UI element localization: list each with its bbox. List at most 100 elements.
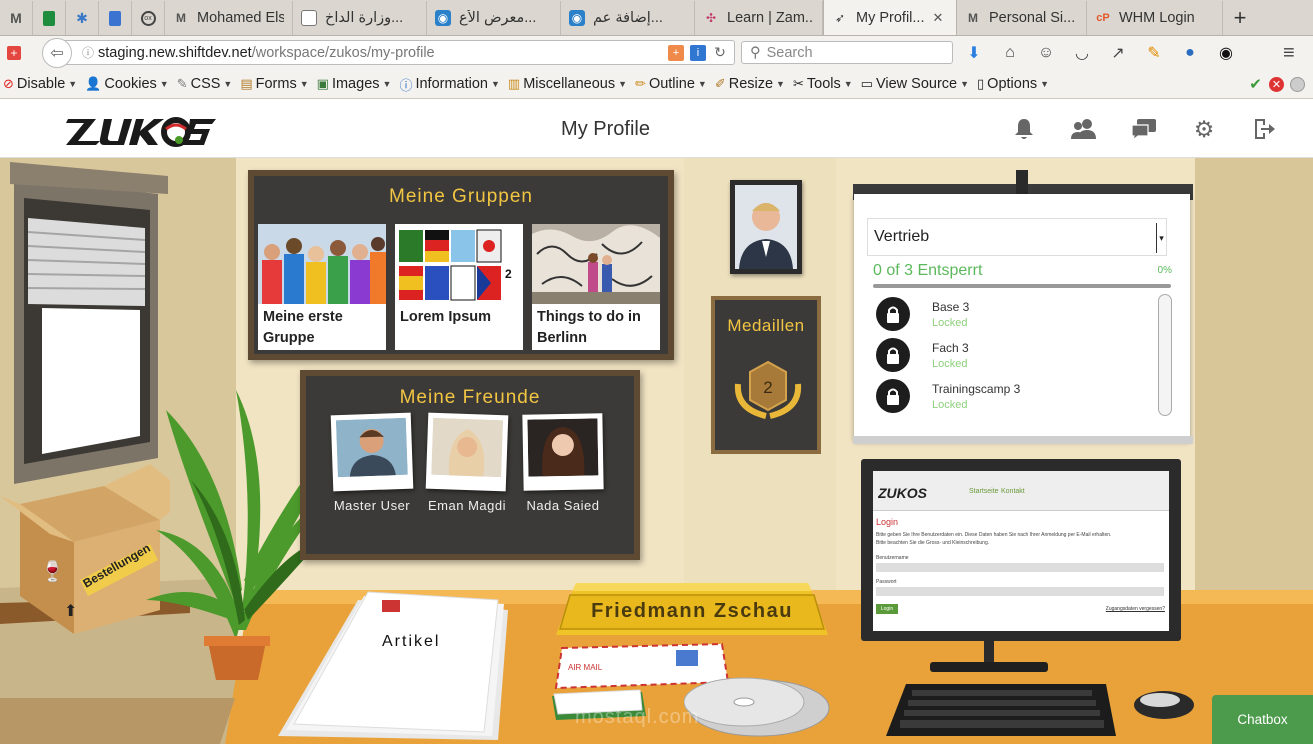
info-icon[interactable]: ⓘ <box>82 44 94 61</box>
tab-gallery[interactable]: ◉ معرض الأع... <box>427 1 561 35</box>
close-tab-icon[interactable]: ✕ <box>932 10 943 26</box>
color-picker-icon[interactable]: ◉ <box>1214 41 1238 65</box>
header-actions: ⚙ <box>1010 115 1278 143</box>
view-source-icon: ▭ <box>860 76 873 91</box>
chatbox-button[interactable]: Chatbox <box>1212 695 1313 744</box>
status-circle-icon[interactable] <box>1290 76 1305 92</box>
dev-images-menu[interactable]: ▣ Images ▼ <box>317 76 392 92</box>
group-image <box>258 224 386 304</box>
settings-icon[interactable]: ⚙ <box>1190 115 1218 143</box>
friend-card[interactable]: Nada Saied <box>522 413 604 513</box>
friend-avatar <box>527 418 599 477</box>
medal-item[interactable]: Base 3 Locked <box>876 296 1146 332</box>
friend-card[interactable]: Eman Magdi <box>425 412 509 513</box>
error-icon[interactable]: ✕ <box>1269 76 1284 92</box>
pinned-tab-olx[interactable]: ox <box>132 1 165 35</box>
dev-view-source-menu[interactable]: ▭ View Source ▼ <box>861 76 969 92</box>
disable-icon: ⊘ <box>3 76 14 91</box>
dev-tools-menu[interactable]: ✂ Tools ▼ <box>793 76 853 92</box>
check-icon[interactable]: ✔ <box>1248 76 1263 93</box>
bell-icon[interactable] <box>1010 115 1038 143</box>
chevron-down-icon: ▼ <box>382 79 392 89</box>
friend-name: Master User <box>333 498 411 513</box>
users-icon[interactable] <box>1070 115 1098 143</box>
search-bar[interactable]: ⚲ Search <box>741 41 953 64</box>
group-card[interactable]: Meine erste Gruppe <box>258 224 386 350</box>
pinned-tab-gmail[interactable]: M <box>0 1 33 35</box>
dev-resize-menu[interactable]: ✐ Resize ▼ <box>715 76 785 92</box>
medals-panel[interactable]: Medaillen 2 <box>711 296 821 454</box>
dev-css-menu[interactable]: ✎ CSS ▼ <box>177 76 233 92</box>
progress-scrollbar[interactable] <box>1158 294 1172 416</box>
medal-item[interactable]: Fach 3 Locked <box>876 337 1146 373</box>
monitor-login-title: Login <box>876 517 899 527</box>
friend-photo <box>425 412 509 492</box>
dev-disable-menu[interactable]: ⊘ Disable ▼ <box>3 76 77 92</box>
tab-personal[interactable]: M Personal Si... <box>957 1 1087 35</box>
medal-name: Base 3 <box>932 299 970 314</box>
monitor-nav-home: Startseite <box>969 488 999 495</box>
tab-gmail[interactable]: M Mohamed Elsa... <box>165 1 293 35</box>
chat-icon[interactable] <box>1130 115 1158 143</box>
monitor-nav-contact: Kontakt <box>1001 488 1025 495</box>
group-card[interactable]: Things to do in Berlinn <box>532 224 660 350</box>
dev-menu-label: Disable <box>16 76 66 92</box>
tools-icon: ✂ <box>792 76 804 91</box>
dropper-icon[interactable]: ↗ <box>1106 41 1130 65</box>
cardboard-box: Bestellungen 🍷 ⬆ <box>0 464 170 634</box>
pocket-icon[interactable]: ◡ <box>1070 41 1094 65</box>
plus-icon[interactable]: + <box>668 44 684 61</box>
pinned-tab-sheets[interactable] <box>33 1 66 35</box>
extension-icon[interactable]: ✎ <box>1142 41 1166 65</box>
dev-forms-menu[interactable]: ▤ Forms ▼ <box>240 76 308 92</box>
addon-menu-button[interactable]: + <box>0 40 28 66</box>
browser-nav-bar: + ⇦ ⓘ staging.new.shiftdev.net/workspace… <box>0 36 1313 70</box>
dev-miscellaneous-menu[interactable]: ▥ Miscellaneous ▼ <box>508 76 627 92</box>
new-tab-button[interactable]: + <box>1223 1 1257 35</box>
reload-icon[interactable]: ↻ <box>712 44 728 61</box>
pinned-tabs: M ✱ ox <box>0 1 165 35</box>
monitor[interactable]: ZUKOS Startseite Kontakt Login Bitte geb… <box>861 459 1181 641</box>
category-select[interactable]: Vertrieb ▾ <box>867 218 1167 256</box>
forms-icon: ▤ <box>240 76 253 91</box>
url-host: staging.new.shiftdev.net <box>98 44 252 61</box>
bookmark-info-icon[interactable]: i <box>690 44 706 61</box>
address-bar[interactable]: ⇦ ⓘ staging.new.shiftdev.net/workspace/z… <box>42 38 735 68</box>
logout-icon[interactable] <box>1250 115 1278 143</box>
menu-icon[interactable]: ≡ <box>1283 42 1295 65</box>
information-icon: ⓘ <box>399 77 413 93</box>
group-photo-people <box>258 224 386 304</box>
tab-my-profile[interactable]: ➶ My Profil... ✕ <box>823 0 957 35</box>
up-arrow-icon: ⬆ <box>64 603 77 620</box>
back-arrow-icon[interactable]: ⇦ <box>42 38 72 68</box>
papers-label: Artikel <box>382 633 440 650</box>
cookies-icon: 👤 <box>85 76 102 91</box>
friend-photo <box>522 413 604 491</box>
tab-label: Mohamed Elsa... <box>197 10 284 26</box>
browser-tab-bar: M ✱ ox M Mohamed Elsa... وزارة الداخ... … <box>0 0 1313 36</box>
tab-ministry[interactable]: وزارة الداخ... <box>293 1 427 35</box>
pinned-tab-pinwheel[interactable]: ✱ <box>66 1 99 35</box>
chevron-down-icon: ▼ <box>223 79 233 89</box>
home-icon[interactable]: ⌂ <box>998 41 1022 65</box>
dev-options-menu[interactable]: ▯ Options ▼ <box>977 76 1049 92</box>
pinned-tab-docs[interactable] <box>99 1 132 35</box>
groups-title: Meine Gruppen <box>389 186 533 207</box>
dev-information-menu[interactable]: ⓘ Information ▼ <box>399 75 499 94</box>
monitor-login-text: Bitte geben Sie Ihre Benutzerdaten ein. … <box>876 532 1112 538</box>
dev-cookies-menu[interactable]: 👤 Cookies ▼ <box>85 76 169 92</box>
tab-add-work[interactable]: ◉ إضافة عم... <box>561 1 695 35</box>
emoji-icon[interactable]: ☺ <box>1034 41 1058 65</box>
tab-learn[interactable]: ✣ Learn | Zam... <box>695 1 823 35</box>
circle-extension-icon[interactable]: ● <box>1178 41 1202 65</box>
profile-photo[interactable] <box>730 180 802 274</box>
friend-card[interactable]: Master User <box>330 412 414 513</box>
nameplate-text: Friedmann Zschau <box>591 600 793 622</box>
dev-outline-menu[interactable]: ✏ Outline ▼ <box>635 76 707 92</box>
tab-label: My Profil... <box>856 9 925 26</box>
tab-whm-login[interactable]: cP WHM Login <box>1087 1 1223 35</box>
group-card[interactable]: 2 Lorem Ipsum <box>395 224 523 350</box>
download-icon[interactable]: ⬇ <box>962 41 986 65</box>
medal-item[interactable]: Trainingscamp 3 Locked <box>876 378 1146 414</box>
medal-name: Trainingscamp 3 <box>932 381 1021 396</box>
